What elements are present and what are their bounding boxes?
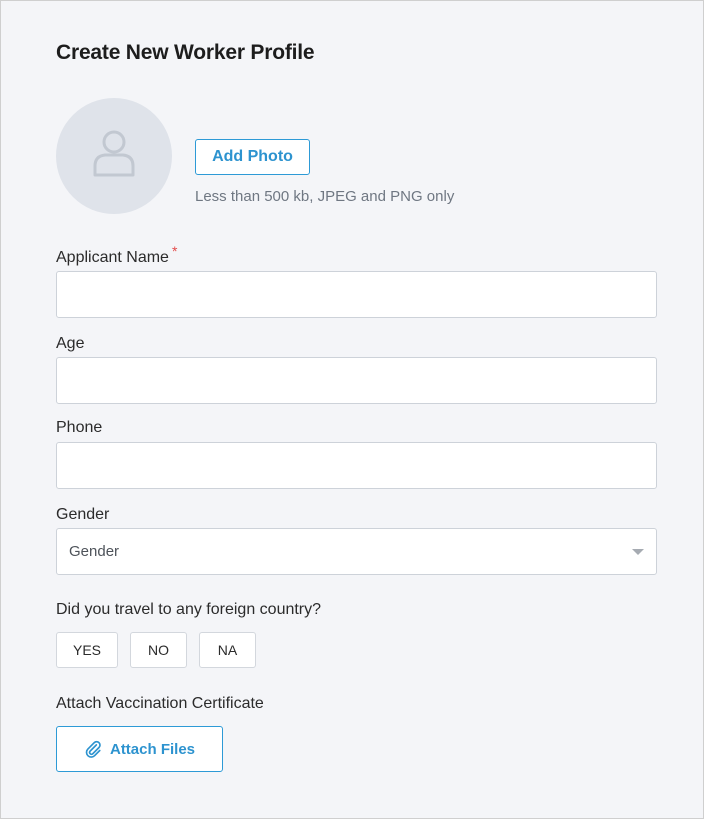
gender-select[interactable]: Gender	[56, 528, 657, 575]
user-icon	[93, 130, 135, 177]
phone-label: Phone	[56, 419, 103, 436]
attach-files-button[interactable]: Attach Files	[56, 726, 223, 772]
travel-option-no[interactable]: NO	[130, 632, 187, 668]
applicant-name-label: Applicant Name *	[56, 243, 177, 267]
vaccination-certificate-label: Attach Vaccination Certificate	[56, 695, 264, 712]
attach-files-label: Attach Files	[109, 740, 196, 758]
chevron-down-icon	[632, 549, 644, 555]
paperclip-icon	[85, 740, 101, 758]
applicant-name-label-text: Applicant Name	[56, 249, 169, 266]
avatar-placeholder	[56, 98, 172, 214]
form-panel: Create New Worker Profile Add Photo Less…	[0, 0, 704, 819]
page-title: Create New Worker Profile	[56, 41, 315, 64]
age-label: Age	[56, 335, 85, 352]
travel-question: Did you travel to any foreign country?	[56, 601, 322, 618]
required-asterisk: *	[171, 243, 178, 259]
age-input[interactable]	[56, 357, 657, 404]
travel-option-na[interactable]: NA	[199, 632, 256, 668]
phone-input[interactable]	[56, 442, 657, 489]
travel-option-yes[interactable]: YES	[56, 632, 118, 668]
gender-selected-value: Gender	[69, 543, 120, 560]
gender-label: Gender	[56, 506, 110, 523]
photo-hint: Less than 500 kb, JPEG and PNG only	[195, 188, 455, 205]
applicant-name-input[interactable]	[56, 271, 657, 318]
add-photo-button[interactable]: Add Photo	[195, 139, 310, 175]
